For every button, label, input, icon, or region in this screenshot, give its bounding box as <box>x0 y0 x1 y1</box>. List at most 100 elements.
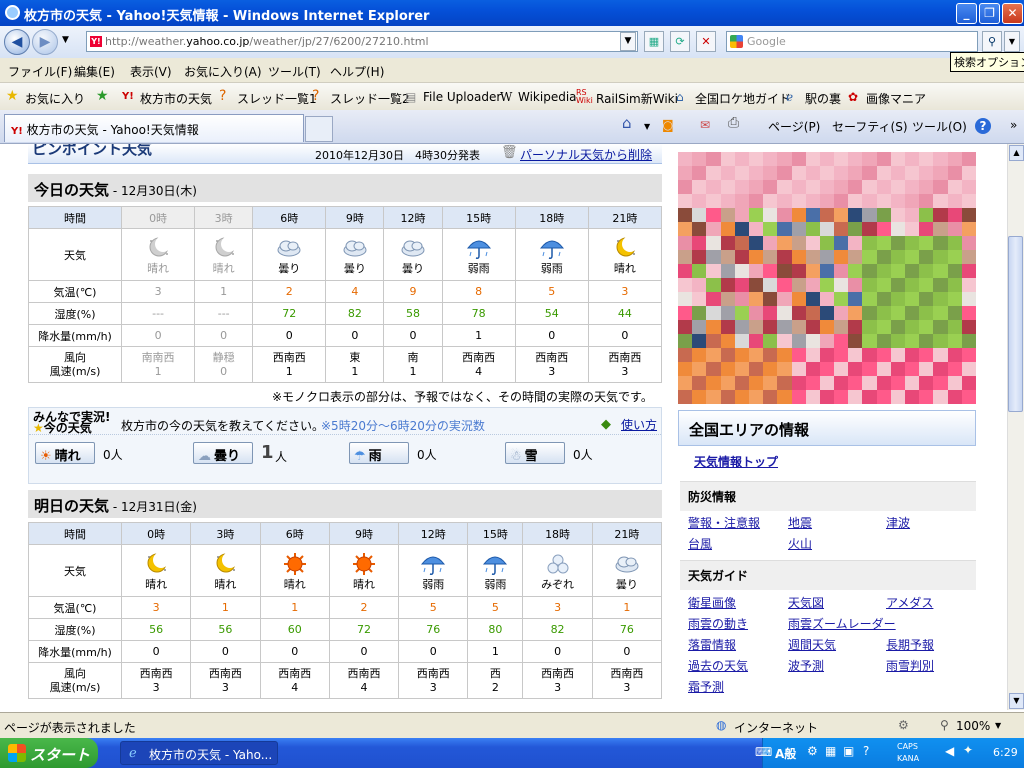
star-tray-icon[interactable]: ✦ <box>963 743 973 757</box>
scroll-down-icon[interactable]: ▼ <box>1009 693 1024 709</box>
warnings-link[interactable]: 警報・注意報 <box>688 514 760 531</box>
scroll-up-icon[interactable]: ▲ <box>1009 145 1024 161</box>
back-button[interactable]: ◀ <box>4 29 30 55</box>
fav-item-location[interactable]: 全国ロケ地ガイド <box>695 90 791 107</box>
add-favorite-icon[interactable]: ★ <box>96 88 109 104</box>
live-rain-button[interactable]: ☂ 雨 <box>349 442 409 464</box>
menu-view[interactable]: 表示(V) <box>130 63 172 80</box>
zoom-icon[interactable]: ⚲ <box>940 718 949 732</box>
home-icon[interactable]: ⌂ <box>622 114 632 132</box>
history-dropdown-icon[interactable]: ▼ <box>62 35 69 45</box>
satellite-link[interactable]: 衛星画像 <box>688 594 736 611</box>
remove-personal-link[interactable]: パーソナル天気から削除 <box>520 146 652 163</box>
time-cell: 15時 <box>467 522 524 545</box>
search-icon[interactable]: ⚲ <box>982 31 1002 52</box>
compat-view-icon[interactable]: ▦ <box>644 31 664 52</box>
time-cell: 18時 <box>522 522 593 545</box>
address-dropdown-icon[interactable]: ▼ <box>620 32 636 51</box>
earthquake-link[interactable]: 地震 <box>788 514 812 531</box>
refresh-icon[interactable]: ⟳ <box>670 31 690 52</box>
menu-edit[interactable]: 編集(E) <box>74 63 115 80</box>
frost-link[interactable]: 霜予測 <box>688 678 724 695</box>
amedas-link[interactable]: アメダス <box>886 594 933 611</box>
rain-snow-link[interactable]: 雨雪判別 <box>886 657 934 674</box>
menu-file[interactable]: ファイル(F) <box>8 63 72 80</box>
live-cloudy-button[interactable]: ☁ 曇り <box>193 442 253 464</box>
rain-radar-link[interactable]: 雨雲ズームレーダー <box>788 615 896 632</box>
live-prompt: 枚方市の今の天気を教えてください。 <box>121 419 325 433</box>
precipitation-cell: 0 <box>252 324 327 347</box>
keyboard-icon[interactable]: ⌨ <box>755 745 772 759</box>
tools-menu[interactable]: ツール(O) <box>912 118 967 135</box>
weather-top-link[interactable]: 天気情報トップ <box>694 453 778 470</box>
fav-item-railsim[interactable]: RailSim新Wiki <box>596 90 678 107</box>
fav-item-thread1[interactable]: スレッド一覧1 <box>237 90 317 107</box>
zoom-dropdown-icon[interactable]: ▼ <box>995 721 1001 730</box>
weather-map-link[interactable]: 天気図 <box>788 594 824 611</box>
new-tab-button[interactable] <box>305 116 333 142</box>
ime-icon[interactable]: ⚙ <box>807 744 818 758</box>
howto-link[interactable]: 使い方 <box>621 416 657 433</box>
help-icon[interactable]: ? <box>975 118 991 134</box>
past-weather-link[interactable]: 過去の天気 <box>688 657 748 674</box>
fav-item-thread2[interactable]: スレッド一覧2 <box>330 90 410 107</box>
ime-mode[interactable]: A般 <box>775 745 796 762</box>
ime-pad-icon[interactable]: ▣ <box>843 744 854 758</box>
fav-item-hirakata[interactable]: 枚方市の天気 <box>140 90 212 107</box>
long-range-link[interactable]: 長期予報 <box>886 636 934 653</box>
menu-help[interactable]: ヘルプ(H) <box>330 63 384 80</box>
zoom-level[interactable]: 100% <box>956 719 990 733</box>
rain-cloud-link[interactable]: 雨雲の動き <box>688 615 748 632</box>
pinpoint-header: ピンポイント天気 2010年12月30日 4時30分発表 🗑 パーソナル天気から… <box>28 144 662 164</box>
mail-icon[interactable]: ✉ <box>700 118 710 132</box>
clock[interactable]: 6:29 <box>993 746 1018 759</box>
home-dropdown-icon[interactable]: ▼ <box>644 122 650 131</box>
fav-item-gazou[interactable]: 画像マニア <box>866 90 926 107</box>
more-icon[interactable]: » <box>1010 118 1017 132</box>
lightning-link[interactable]: 落雷情報 <box>688 636 736 653</box>
maximize-button[interactable]: ❐ <box>979 3 1000 24</box>
wave-forecast-link[interactable]: 波予測 <box>788 657 824 674</box>
advertisement-image[interactable] <box>678 152 976 404</box>
tsunami-link[interactable]: 津波 <box>886 514 910 531</box>
precipitation-cell: 0 <box>259 640 330 663</box>
moon-icon <box>195 235 252 260</box>
address-bar[interactable]: Y! http://weather.yahoo.co.jp/weather/jp… <box>86 31 638 52</box>
menu-tools[interactable]: ツール(T) <box>268 63 321 80</box>
precipitation-cell: 0 <box>325 324 385 347</box>
yahoo-icon: Y! <box>122 91 134 102</box>
favorites-button[interactable]: お気に入り <box>25 90 85 107</box>
start-button[interactable]: スタート <box>0 738 98 768</box>
page-menu[interactable]: ページ(P) <box>768 118 820 135</box>
live-snow-button[interactable]: ☃ 雪 <box>505 442 565 464</box>
area-info-title: 全国エリアの情報 <box>689 421 810 439</box>
stop-icon[interactable]: ✕ <box>696 31 716 52</box>
time-cell: 15時 <box>441 206 516 229</box>
weekly-weather-link[interactable]: 週間天気 <box>788 636 836 653</box>
ime-dictionary-icon[interactable]: ▦ <box>825 744 836 758</box>
vertical-scrollbar[interactable]: ▲ ▼ <box>1007 144 1024 710</box>
humidity-cell: 58 <box>383 302 443 325</box>
close-button[interactable]: ✕ <box>1002 3 1023 24</box>
weather-cell: 晴れ <box>259 544 330 597</box>
menu-favorites[interactable]: お気に入り(A) <box>184 63 262 80</box>
fav-item-uploader[interactable]: File Uploader <box>423 90 501 104</box>
protected-mode-icon[interactable]: ⚙ <box>898 718 909 732</box>
scrollbar-thumb[interactable] <box>1008 236 1023 412</box>
safety-menu[interactable]: セーフティ(S) <box>832 118 908 135</box>
ime-help-icon[interactable]: ? <box>863 744 869 758</box>
typhoon-link[interactable]: 台風 <box>688 535 712 552</box>
live-sunny-button[interactable]: ☀ 晴れ <box>35 442 95 464</box>
feeds-icon[interactable]: ◙ <box>662 118 674 132</box>
search-options-dropdown-icon[interactable]: ▼ <box>1004 31 1020 52</box>
fav-item-ekinoura[interactable]: 駅の裏 <box>805 90 841 107</box>
volcano-link[interactable]: 火山 <box>788 535 812 552</box>
taskbar-item-ie[interactable]: ℯ 枚方市の天気 - Yaho... <box>120 741 278 765</box>
network-icon[interactable]: ◀ <box>945 744 954 758</box>
print-icon[interactable]: ⎙ <box>728 115 739 131</box>
fav-item-wikipedia[interactable]: Wikipedia <box>518 90 577 104</box>
forward-button[interactable]: ▶ <box>32 29 58 55</box>
minimize-button[interactable]: _ <box>956 3 977 24</box>
tab-active[interactable]: Y! 枚方市の天気 - Yahoo!天気情報 <box>4 114 304 142</box>
search-input[interactable]: Google <box>726 31 978 52</box>
